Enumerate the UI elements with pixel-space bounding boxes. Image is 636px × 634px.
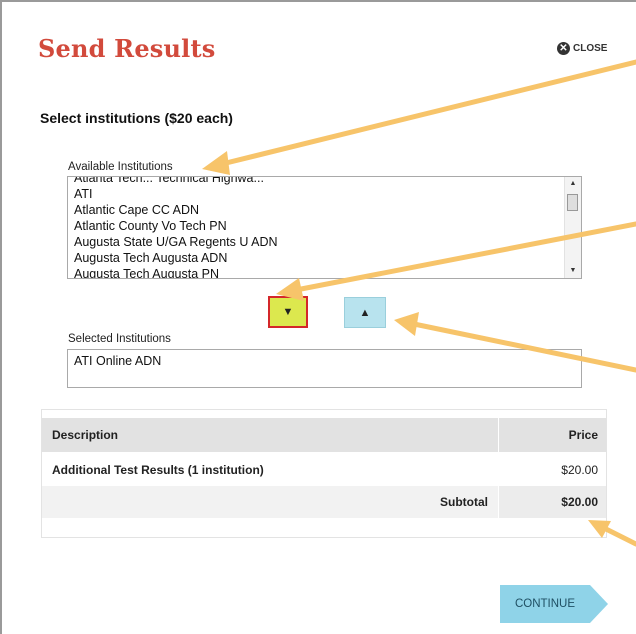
scroll-thumb[interactable] [567,194,578,211]
available-institutions-list[interactable]: Atlanta Tech... Technical Highwa... ATI … [67,176,582,279]
row-price: $20.00 [498,454,606,486]
list-scrollbar[interactable]: ▲ ▼ [564,177,581,278]
selected-institutions-list[interactable]: ATI Online ADN [67,349,582,388]
selected-institutions-label: Selected Institutions [68,333,171,345]
selection-heading: Select institutions ($20 each) [40,110,233,126]
subtotal-label: Subtotal [440,495,488,509]
price-header: Price [498,418,606,452]
close-button[interactable]: ✕ CLOSE [557,42,607,55]
close-label: CLOSE [573,43,608,54]
close-icon: ✕ [557,42,570,55]
list-item[interactable]: Atlantic Cape CC ADN [68,202,581,218]
pricing-table: Description Price Additional Test Result… [41,409,607,538]
list-item[interactable]: ATI Online ADN [68,350,581,372]
list-item[interactable]: Augusta Tech Augusta PN [68,266,581,278]
scroll-up-icon[interactable]: ▲ [565,177,581,191]
description-header: Description [52,428,119,442]
table-header: Description Price [42,418,606,452]
remove-institution-button[interactable]: ▲ [344,297,386,328]
triangle-up-icon: ▲ [359,306,371,319]
subtotal-row: Subtotal $20.00 [42,486,606,518]
dialog-title: Send Results [38,34,216,63]
list-item[interactable]: Augusta Tech Augusta ADN [68,250,581,266]
continue-label: CONTINUE [514,598,576,610]
triangle-down-icon: ▼ [282,306,294,318]
add-institution-button[interactable]: ▼ [268,296,308,328]
window-frame [0,0,636,634]
list-item[interactable]: Atlanta Tech... Technical Highwa... [68,177,581,186]
table-row: Additional Test Results (1 institution) … [42,454,606,486]
subtotal-value: $20.00 [498,486,606,518]
row-description: Additional Test Results (1 institution) [52,463,264,477]
list-item[interactable]: Augusta State U/GA Regents U ADN [68,234,581,250]
available-institutions-label: Available Institutions [68,161,173,173]
list-item[interactable]: ATI [68,186,581,202]
continue-button[interactable]: CONTINUE [500,585,608,623]
list-item[interactable]: Atlantic County Vo Tech PN [68,218,581,234]
scroll-down-icon[interactable]: ▼ [565,264,581,278]
